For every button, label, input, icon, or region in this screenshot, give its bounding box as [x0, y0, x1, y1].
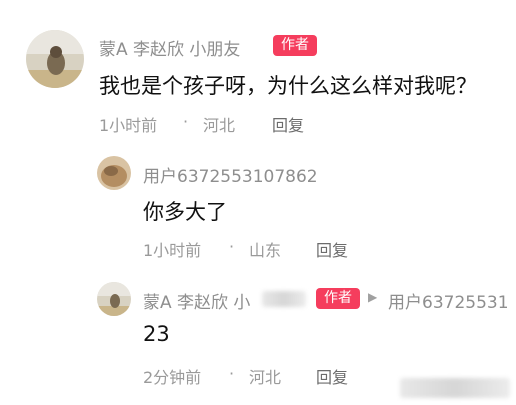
comment-username[interactable]: 用户6372553107862 [143, 162, 318, 187]
avatar[interactable] [97, 282, 131, 316]
avatar[interactable] [97, 156, 131, 190]
comment-time: 1小时前 [99, 116, 158, 135]
comment-time: 2分钟前 [143, 368, 202, 387]
meta-separator: · [183, 112, 189, 131]
reply-to-username[interactable]: 用户63725531 [388, 288, 509, 313]
avatar[interactable] [26, 30, 84, 88]
comment-location: 山东 [249, 241, 282, 260]
avatar-photo-icon [97, 282, 131, 316]
author-badge: 作者 [273, 35, 317, 56]
comment-location: 河北 [203, 116, 236, 135]
blurred-watermark [400, 378, 510, 398]
author-badge: 作者 [316, 288, 360, 309]
blurred-text [262, 291, 306, 307]
reply-arrow-icon: ▶ [368, 290, 378, 304]
meta-separator: · [229, 364, 235, 383]
comment-location: 河北 [249, 368, 282, 387]
avatar-photo-icon [26, 30, 84, 88]
comment-username[interactable]: 蒙A 李赵欣 小朋友 [99, 35, 240, 60]
avatar-photo-icon [97, 156, 131, 190]
reply-button[interactable]: 回复 [316, 364, 348, 388]
meta-separator: · [229, 237, 235, 256]
comment-time: 1小时前 [143, 241, 202, 260]
comment-text: 你多大了 [143, 200, 227, 224]
reply-button[interactable]: 回复 [316, 237, 348, 261]
comment-text: 我也是个孩子呀，为什么这么样对我呢？ [99, 74, 477, 98]
comment-username[interactable]: 蒙A 李赵欣 小 [143, 288, 250, 313]
comment-text: 23 [143, 322, 170, 346]
reply-button[interactable]: 回复 [272, 112, 304, 136]
